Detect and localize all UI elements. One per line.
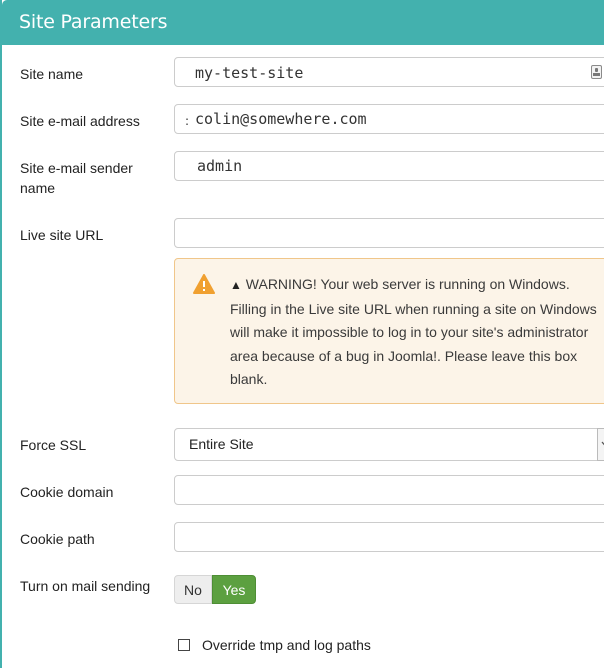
- cookie-path-label: Cookie path: [20, 531, 95, 547]
- warning-triangle-icon: [193, 274, 215, 294]
- site-email-label: Site e-mail address: [20, 113, 140, 129]
- force-ssl-dropdown-button[interactable]: [597, 428, 604, 461]
- windows-warning-alert: ▲ WARNING! Your web server is running on…: [174, 258, 604, 404]
- mail-sending-toggle: No Yes: [174, 575, 256, 604]
- cookie-domain-label: Cookie domain: [20, 484, 114, 500]
- sender-name-input[interactable]: admin: [174, 151, 604, 181]
- site-name-label: Site name: [20, 66, 84, 82]
- warning-sign-icon: ▲: [230, 278, 242, 292]
- page-title: Site Parameters: [19, 11, 168, 33]
- mail-sending-no-button[interactable]: No: [174, 575, 212, 604]
- mail-sending-yes-button[interactable]: Yes: [212, 575, 256, 604]
- sender-name-label-line2: name: [20, 180, 56, 196]
- site-email-value: colin@somewhere.com: [195, 110, 367, 128]
- force-ssl-select[interactable]: Entire Site: [174, 428, 604, 461]
- force-ssl-label: Force SSL: [20, 437, 87, 453]
- site-name-input[interactable]: my-test-site: [174, 57, 604, 87]
- warning-message: ▲ WARNING! Your web server is running on…: [230, 273, 604, 392]
- password-manager-icon[interactable]: [591, 65, 602, 79]
- sender-name-label-line1: Site e-mail sender: [20, 160, 133, 176]
- site-name-value: my-test-site: [195, 64, 304, 82]
- sender-name-label: Site e-mail sender name: [20, 158, 170, 198]
- override-paths-label[interactable]: Override tmp and log paths: [202, 637, 371, 653]
- live-site-url-label: Live site URL: [20, 227, 104, 243]
- sender-name-value: admin: [197, 157, 243, 175]
- cookie-domain-input[interactable]: [174, 475, 604, 505]
- cursor-mark: :: [185, 114, 190, 128]
- mail-sending-label: Turn on mail sending: [20, 578, 151, 594]
- site-parameters-panel: Site Parameters Site name my-test-site S…: [0, 0, 604, 668]
- override-paths-checkbox[interactable]: [178, 639, 190, 651]
- warning-text: WARNING! Your web server is running on W…: [230, 276, 597, 387]
- force-ssl-value: Entire Site: [189, 436, 254, 452]
- cookie-path-input[interactable]: [174, 522, 604, 552]
- site-email-input[interactable]: : colin@somewhere.com: [174, 104, 604, 134]
- panel-header: Site Parameters: [2, 0, 604, 45]
- live-site-url-input[interactable]: [174, 218, 604, 248]
